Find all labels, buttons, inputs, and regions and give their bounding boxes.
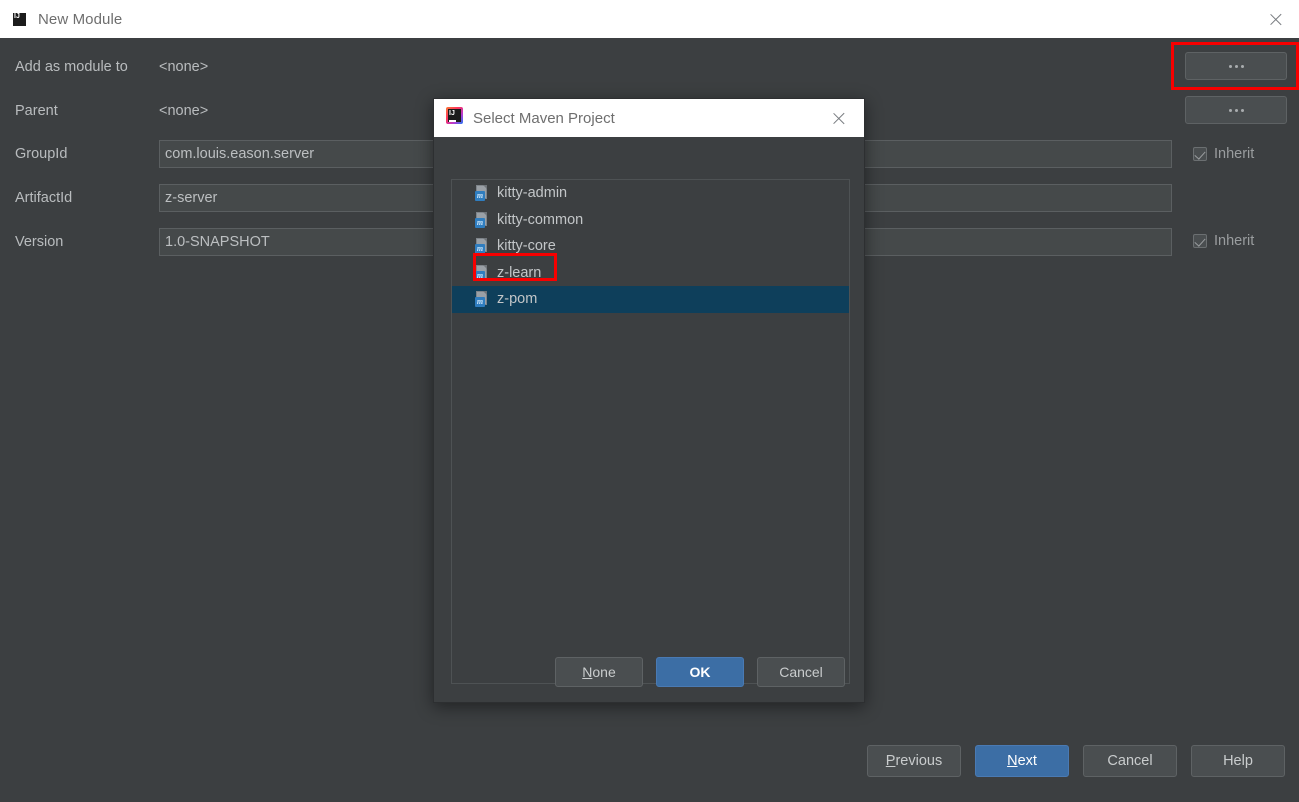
next-button[interactable]: Next [975, 745, 1069, 777]
dialog-title: Select Maven Project [473, 109, 615, 127]
page-title: New Module [38, 10, 123, 28]
label-parent: Parent [15, 103, 58, 119]
close-icon[interactable] [822, 99, 856, 137]
list-item-kitty-admin[interactable]: m kitty-admin [452, 180, 849, 207]
ellipsis-icon [1228, 108, 1244, 112]
checkbox-checked-icon [1193, 234, 1207, 248]
form-row-add-as-module-to: Add as module to <none> [0, 52, 1299, 82]
label-add-as-module-to: Add as module to [15, 59, 128, 75]
list-item-label: kitty-admin [497, 185, 568, 202]
select-maven-project-dialog: IJ Select Maven Project m kitty-admin m … [433, 98, 865, 703]
browse-add-as-module-to-button[interactable] [1185, 52, 1287, 80]
maven-project-icon: m [475, 291, 490, 308]
none-button[interactable]: None [555, 657, 643, 687]
list-item-z-pom[interactable]: m z-pom [452, 286, 849, 313]
ok-button[interactable]: OK [656, 657, 744, 687]
dialog-titlebar: IJ Select Maven Project [434, 99, 864, 137]
intellij-idea-icon: IJ [11, 6, 28, 28]
maven-project-icon: m [475, 238, 490, 255]
inherit-version-label: Inherit [1214, 233, 1255, 249]
label-version: Version [15, 234, 64, 250]
list-item-label: z-pom [497, 291, 538, 308]
previous-button[interactable]: Previous [867, 745, 961, 777]
maven-project-icon: m [475, 211, 490, 228]
intellij-idea-icon: IJ [446, 107, 463, 129]
label-artifactid: ArtifactId [15, 190, 73, 206]
ellipsis-icon [1228, 64, 1244, 68]
help-button[interactable]: Help [1191, 745, 1285, 777]
dialog-button-bar: None OK Cancel [434, 657, 866, 687]
list-item-label: kitty-core [497, 238, 556, 255]
list-item-kitty-core[interactable]: m kitty-core [452, 233, 849, 260]
dialog-body: m kitty-admin m kitty-common m kitty-cor… [434, 137, 864, 704]
new-module-window: IJ New Module Add as module to <none> Pa… [0, 0, 1299, 802]
window-titlebar: IJ New Module [0, 0, 1299, 38]
cancel-button[interactable]: Cancel [757, 657, 845, 687]
wizard-button-bar: Previous Next Cancel Help [0, 745, 1299, 777]
browse-parent-button[interactable] [1185, 96, 1287, 124]
cancel-button[interactable]: Cancel [1083, 745, 1177, 777]
value-parent: <none> [159, 103, 209, 119]
maven-project-icon: m [475, 264, 490, 281]
inherit-groupid-label: Inherit [1214, 146, 1255, 162]
checkbox-checked-icon [1193, 147, 1207, 161]
list-item-label: z-learn [497, 264, 542, 281]
list-item-kitty-common[interactable]: m kitty-common [452, 207, 849, 234]
inherit-version-checkbox[interactable]: Inherit [1193, 233, 1254, 249]
maven-project-icon: m [475, 185, 490, 202]
inherit-groupid-checkbox[interactable]: Inherit [1193, 146, 1254, 162]
list-item-label: kitty-common [497, 211, 584, 228]
maven-project-list[interactable]: m kitty-admin m kitty-common m kitty-cor… [451, 179, 850, 684]
label-groupid: GroupId [15, 146, 68, 162]
list-item-z-learn[interactable]: m z-learn [452, 260, 849, 287]
close-icon[interactable] [1253, 0, 1299, 38]
value-add-as-module-to: <none> [159, 59, 209, 75]
